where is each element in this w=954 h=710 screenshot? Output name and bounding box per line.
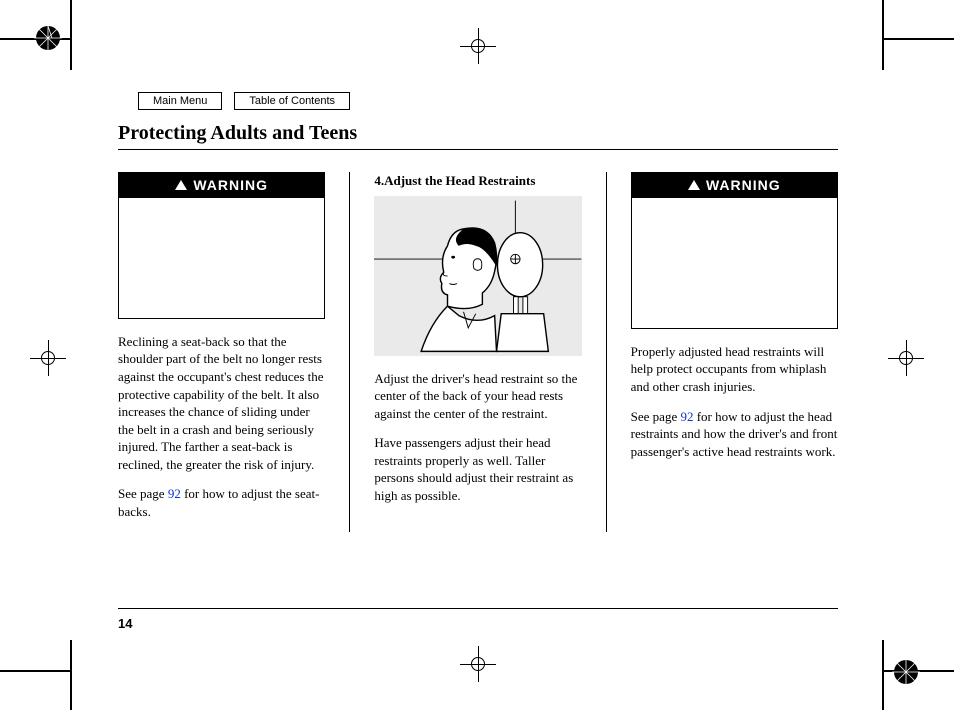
page-content: Main Menu Table of Contents Protecting A… <box>118 92 838 532</box>
nav-buttons: Main Menu Table of Contents <box>138 92 838 110</box>
cross-mark-icon <box>460 646 496 682</box>
body-text: Adjust the driver's head restraint so th… <box>374 370 581 423</box>
toc-button[interactable]: Table of Contents <box>234 92 350 110</box>
warning-body <box>119 198 324 318</box>
crop-mark <box>882 640 884 710</box>
registration-mark-icon <box>890 656 922 688</box>
warning-body <box>632 198 837 328</box>
warning-triangle-icon <box>175 180 187 190</box>
head-restraint-illustration <box>374 196 581 356</box>
crop-mark <box>70 0 72 70</box>
body-text: Properly adjusted head restraints will h… <box>631 343 838 396</box>
main-menu-button[interactable]: Main Menu <box>138 92 222 110</box>
body-text: See page 92 for how to adjust the head r… <box>631 408 838 461</box>
crop-mark <box>882 0 884 70</box>
warning-label: WARNING <box>193 176 268 195</box>
crop-mark <box>70 640 72 710</box>
body-text: Have passengers adjust their head restra… <box>374 434 581 504</box>
cross-mark-icon <box>460 28 496 64</box>
column-2: 4.Adjust the Head Restraints <box>374 172 581 532</box>
page-title: Protecting Adults and Teens <box>118 122 838 150</box>
column-3: WARNING Properly adjusted head restraint… <box>631 172 838 532</box>
warning-label: WARNING <box>706 176 781 195</box>
columns: WARNING Reclining a seat-back so that th… <box>118 172 838 532</box>
warning-header: WARNING <box>632 173 837 198</box>
body-text: Reclining a seat-back so that the should… <box>118 333 325 473</box>
column-divider <box>349 172 350 532</box>
warning-box: WARNING <box>118 172 325 319</box>
warning-triangle-icon <box>688 180 700 190</box>
registration-mark-icon <box>32 22 64 54</box>
cross-mark-icon <box>30 340 66 376</box>
footer-rule <box>118 608 838 609</box>
cross-mark-icon <box>888 340 924 376</box>
warning-header: WARNING <box>119 173 324 198</box>
page-link-92[interactable]: 92 <box>680 409 693 424</box>
page-number: 14 <box>118 616 132 631</box>
column-1: WARNING Reclining a seat-back so that th… <box>118 172 325 532</box>
warning-box: WARNING <box>631 172 838 329</box>
body-text: See page 92 for how to adjust the seat-b… <box>118 485 325 520</box>
crop-mark <box>0 670 70 672</box>
subheading: 4.Adjust the Head Restraints <box>374 172 581 190</box>
crop-mark <box>884 38 954 40</box>
page-link-92[interactable]: 92 <box>168 486 181 501</box>
column-divider <box>606 172 607 532</box>
